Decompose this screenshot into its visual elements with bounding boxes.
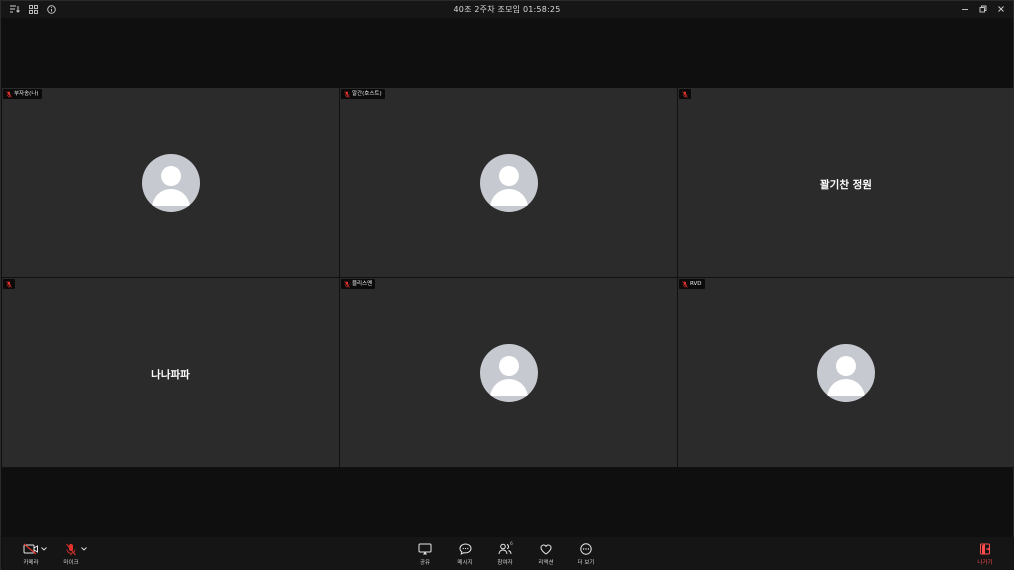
participant-name: 알간(호스트) [352,91,382,97]
participants-label: 참여자 [497,560,513,566]
participant-display-name: 나나파파 [151,368,190,381]
participant-tile[interactable]: 부자송(나) [2,88,339,277]
default-avatar-icon [817,343,875,402]
leave-door-icon [977,542,993,556]
default-avatar-icon [141,153,200,212]
share-label: 공유 [419,560,431,566]
heart-icon [538,542,554,556]
chat-bubble-icon [457,542,473,556]
default-avatar-icon [479,343,538,402]
participant-name: 블리스멘 [352,281,373,287]
share-button[interactable]: 공유 [408,542,442,568]
mic-muted-icon [63,542,79,556]
window-controls [959,3,1007,15]
restore-icon[interactable] [977,3,989,15]
chevron-down-icon[interactable] [40,545,48,553]
leave-label: 나가기 [977,560,993,566]
meeting-title: 40조 2주차 조모임 01:58:25 [453,5,561,14]
participant-name-tag: 블리스멘 [341,279,376,289]
close-icon[interactable] [995,3,1007,15]
minimize-icon[interactable] [959,3,971,15]
default-avatar-icon [479,153,538,212]
chevron-down-icon[interactable] [80,545,88,553]
meeting-toolbar: 카메라 마이크 공유 메시지 6 참여자 리액션 더 보기 나가기 [2,537,1014,570]
meeting-window: 40조 2주차 조모임 01:58:25 부자송(나) 알간(호스트) 꽐기찬 … [0,0,1014,570]
mic-muted-icon [681,280,688,288]
participant-name: 부자송(나) [14,91,39,97]
participants-count-badge: 6 [510,542,513,547]
participant-tile[interactable]: 나나파파 [2,278,339,467]
participant-name: RVD [690,281,702,287]
screen-share-icon [417,542,433,556]
participant-tile[interactable]: 알간(호스트) [340,88,677,277]
participant-name-tag: 부자송(나) [3,89,42,99]
participants-button[interactable]: 6 참여자 [488,542,522,568]
chat-label: 메시지 [457,560,473,566]
leave-button[interactable]: 나가기 [968,542,1002,568]
mic-muted-icon [343,90,350,98]
participant-tile[interactable]: 블리스멘 [340,278,677,467]
more-label: 더 보기 [577,560,595,566]
camera-label: 카메라 [23,560,39,566]
chat-button[interactable]: 메시지 [448,542,482,568]
mic-muted-icon [681,90,688,98]
participant-display-name: 꽐기찬 정원 [820,178,872,191]
mic-label: 마이크 [63,560,79,566]
more-options-icon [578,542,594,556]
participant-tile[interactable]: RVD [678,278,1014,467]
mic-muted-icon [5,280,12,288]
video-grid: 부자송(나) 알간(호스트) 꽐기찬 정원 나나파파 블리스멘 RVD [2,88,1014,468]
more-button[interactable]: 더 보기 [569,542,603,568]
mic-muted-icon [343,280,350,288]
participant-name-tag [679,89,691,99]
participant-name-tag: 알간(호스트) [341,89,385,99]
participant-name-tag: RVD [679,279,705,289]
title-bar: 40조 2주차 조모임 01:58:25 [1,1,1013,18]
participant-tile[interactable]: 꽐기찬 정원 [678,88,1014,277]
reactions-label: 리액션 [538,560,554,566]
mic-muted-icon [5,90,12,98]
reactions-button[interactable]: 리액션 [529,542,563,568]
participant-name-tag [3,279,15,289]
camera-off-icon [23,542,39,556]
